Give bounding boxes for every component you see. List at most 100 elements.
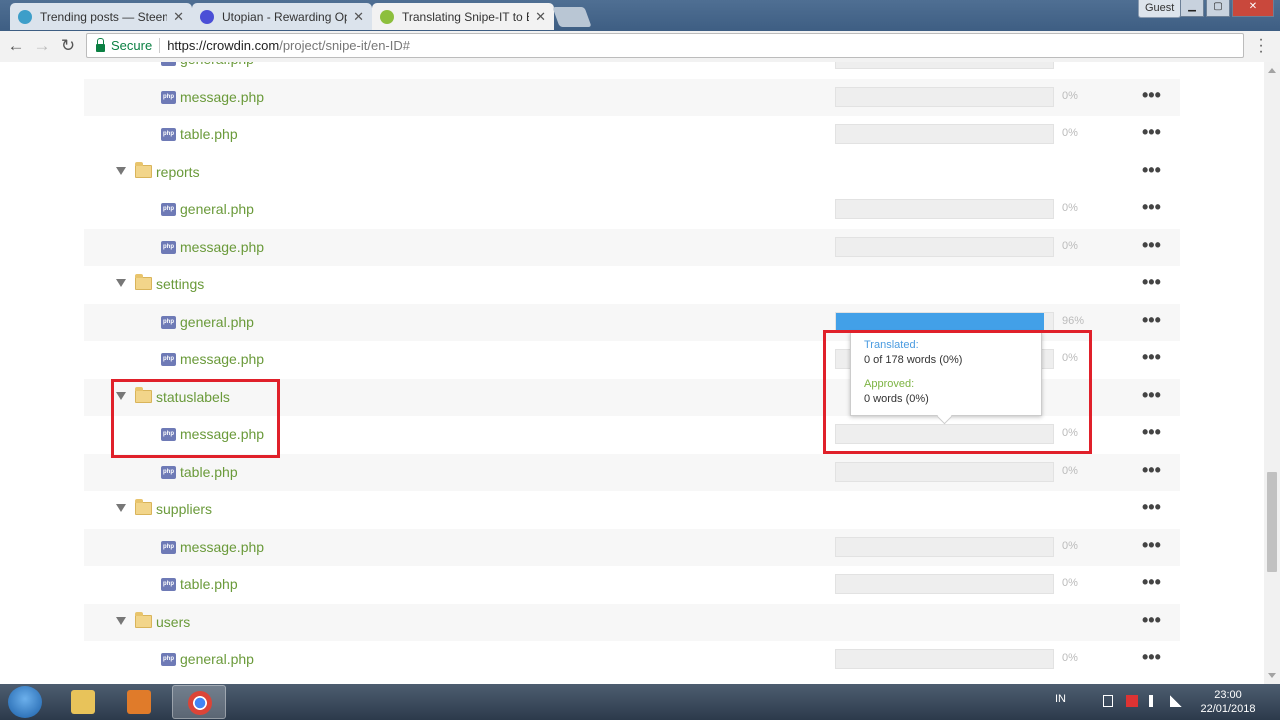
folder-row[interactable]: users ••• xyxy=(84,603,1180,641)
file-row[interactable]: php message.php 0% ••• xyxy=(84,228,1180,266)
file-name[interactable]: message.php xyxy=(180,539,264,555)
progress-bar[interactable] xyxy=(835,199,1054,219)
clock-time: 23:00 xyxy=(1214,689,1242,701)
speaker-icon[interactable] xyxy=(1149,695,1161,707)
progress-bar[interactable] xyxy=(835,461,1054,482)
file-name[interactable]: general.php xyxy=(180,201,254,217)
more-options-icon[interactable]: ••• xyxy=(1142,497,1161,518)
progress-bar[interactable] xyxy=(835,311,1054,332)
collapse-arrow-icon[interactable] xyxy=(116,279,126,287)
file-row[interactable]: php message.php 0% ••• xyxy=(84,78,1180,116)
collapse-arrow-icon[interactable] xyxy=(116,504,126,512)
progress-percent: 0% xyxy=(1062,89,1078,102)
file-row[interactable]: php table.php 0% ••• xyxy=(84,566,1180,604)
collapse-arrow-icon[interactable] xyxy=(116,616,126,625)
action-center-icon[interactable] xyxy=(1126,695,1138,707)
more-options-icon[interactable]: ••• xyxy=(1142,122,1161,143)
tab-utopian[interactable]: Utopian - Rewarding Op ✕ xyxy=(192,3,372,30)
more-options-icon[interactable]: ••• xyxy=(1142,272,1161,293)
file-name[interactable]: message.php xyxy=(180,351,264,367)
file-row[interactable]: php table.php 0% ••• xyxy=(84,453,1180,491)
folder-name[interactable]: suppliers xyxy=(156,501,212,517)
progress-percent: 0% xyxy=(1062,577,1078,589)
more-options-icon[interactable]: ••• xyxy=(1142,160,1161,181)
annotation-box-statuslabels xyxy=(111,379,280,458)
more-options-icon[interactable]: ••• xyxy=(1142,535,1161,556)
php-file-icon: php xyxy=(161,90,176,104)
folder-name[interactable]: users xyxy=(156,614,190,630)
more-options-icon[interactable]: ••• xyxy=(1142,460,1161,481)
folder-name[interactable]: settings xyxy=(156,276,204,292)
close-window-icon[interactable]: ✕ xyxy=(1232,0,1274,17)
minimize-icon[interactable]: ▁ xyxy=(1180,0,1204,17)
file-name[interactable]: message.php xyxy=(180,89,264,105)
file-row[interactable]: php message.php 0% ••• xyxy=(84,528,1180,566)
progress-percent: 0% xyxy=(1062,539,1078,552)
more-options-icon[interactable]: ••• xyxy=(1142,62,1161,68)
folder-name[interactable]: reports xyxy=(156,164,200,180)
folder-icon xyxy=(71,690,95,714)
maximize-icon[interactable]: ▢ xyxy=(1206,0,1230,17)
page-scrollbar[interactable] xyxy=(1264,62,1280,684)
more-options-icon[interactable]: ••• xyxy=(1142,347,1161,368)
address-bar[interactable]: Secure https://crowdin.com/project/snipe… xyxy=(86,33,1244,58)
file-name[interactable]: general.php xyxy=(180,651,254,667)
folder-row[interactable]: reports ••• xyxy=(84,154,1180,192)
language-indicator[interactable]: IN xyxy=(1055,693,1066,720)
tab-steemit[interactable]: Trending posts — Steem ✕ xyxy=(10,3,192,30)
progress-bar[interactable] xyxy=(835,62,1054,69)
taskbar-explorer[interactable] xyxy=(56,685,110,719)
clock-date: 22/01/2018 xyxy=(1200,703,1256,715)
taskbar-media-player[interactable] xyxy=(112,685,166,719)
progress-bar[interactable] xyxy=(835,574,1054,594)
window-controls: ▁ ▢ ✕ xyxy=(1180,0,1274,17)
reload-icon[interactable]: ↻ xyxy=(57,35,79,57)
progress-bar[interactable] xyxy=(835,649,1054,669)
windows-start-icon[interactable] xyxy=(8,686,42,718)
more-options-icon[interactable]: ••• xyxy=(1142,647,1161,668)
file-row[interactable]: php general.php 0% ••• xyxy=(84,191,1180,229)
file-name[interactable]: general.php xyxy=(180,314,254,330)
collapse-arrow-icon[interactable] xyxy=(116,166,126,175)
file-name[interactable]: message.php xyxy=(180,239,264,255)
progress-bar[interactable] xyxy=(835,124,1054,144)
file-row[interactable]: php general.php 0% ••• xyxy=(84,641,1180,679)
more-options-icon[interactable]: ••• xyxy=(1142,235,1161,256)
more-options-icon[interactable]: ••• xyxy=(1142,197,1161,218)
new-tab-button[interactable] xyxy=(552,7,592,27)
progress-bar[interactable] xyxy=(835,536,1054,557)
scroll-thumb[interactable] xyxy=(1267,472,1277,572)
close-tab-icon[interactable]: ✕ xyxy=(535,9,546,25)
close-tab-icon[interactable]: ✕ xyxy=(353,9,364,25)
taskbar-chrome[interactable] xyxy=(172,685,226,719)
more-options-icon[interactable]: ••• xyxy=(1142,85,1161,106)
more-options-icon[interactable]: ••• xyxy=(1142,572,1161,593)
file-name[interactable]: general.php xyxy=(180,62,254,67)
menu-dots-icon[interactable]: · · · xyxy=(1256,32,1266,60)
more-options-icon[interactable]: ••• xyxy=(1142,422,1161,443)
system-clock[interactable]: 23:00 22/01/2018 xyxy=(1195,688,1261,716)
more-options-icon[interactable]: ••• xyxy=(1142,610,1161,631)
guest-profile-button[interactable]: Guest xyxy=(1138,0,1182,18)
scroll-up-icon[interactable] xyxy=(1268,68,1276,73)
file-name[interactable]: table.php xyxy=(180,464,238,480)
file-row[interactable]: php table.php 0% ••• xyxy=(84,116,1180,154)
forward-arrow-icon[interactable]: → xyxy=(31,35,53,57)
progress-bar[interactable] xyxy=(835,236,1054,257)
file-name[interactable]: table.php xyxy=(180,126,238,142)
folder-row[interactable]: suppliers ••• xyxy=(84,491,1180,529)
signal-icon[interactable] xyxy=(1170,695,1182,707)
battery-icon[interactable] xyxy=(1103,695,1113,707)
secure-label: Secure xyxy=(111,38,153,53)
file-name[interactable]: table.php xyxy=(180,576,238,592)
close-tab-icon[interactable]: ✕ xyxy=(173,9,184,25)
folder-row[interactable]: settings ••• xyxy=(84,266,1180,304)
scroll-down-icon[interactable] xyxy=(1268,673,1276,678)
more-options-icon[interactable]: ••• xyxy=(1142,310,1161,331)
back-arrow-icon[interactable]: ← xyxy=(5,35,27,57)
file-row[interactable]: php general.php 0% ••• xyxy=(84,62,1180,79)
tab-crowdin[interactable]: Translating Snipe-IT to E ✕ xyxy=(372,3,554,30)
folder-icon xyxy=(135,499,152,515)
more-options-icon[interactable]: ••• xyxy=(1142,385,1161,406)
progress-bar[interactable] xyxy=(835,86,1054,107)
